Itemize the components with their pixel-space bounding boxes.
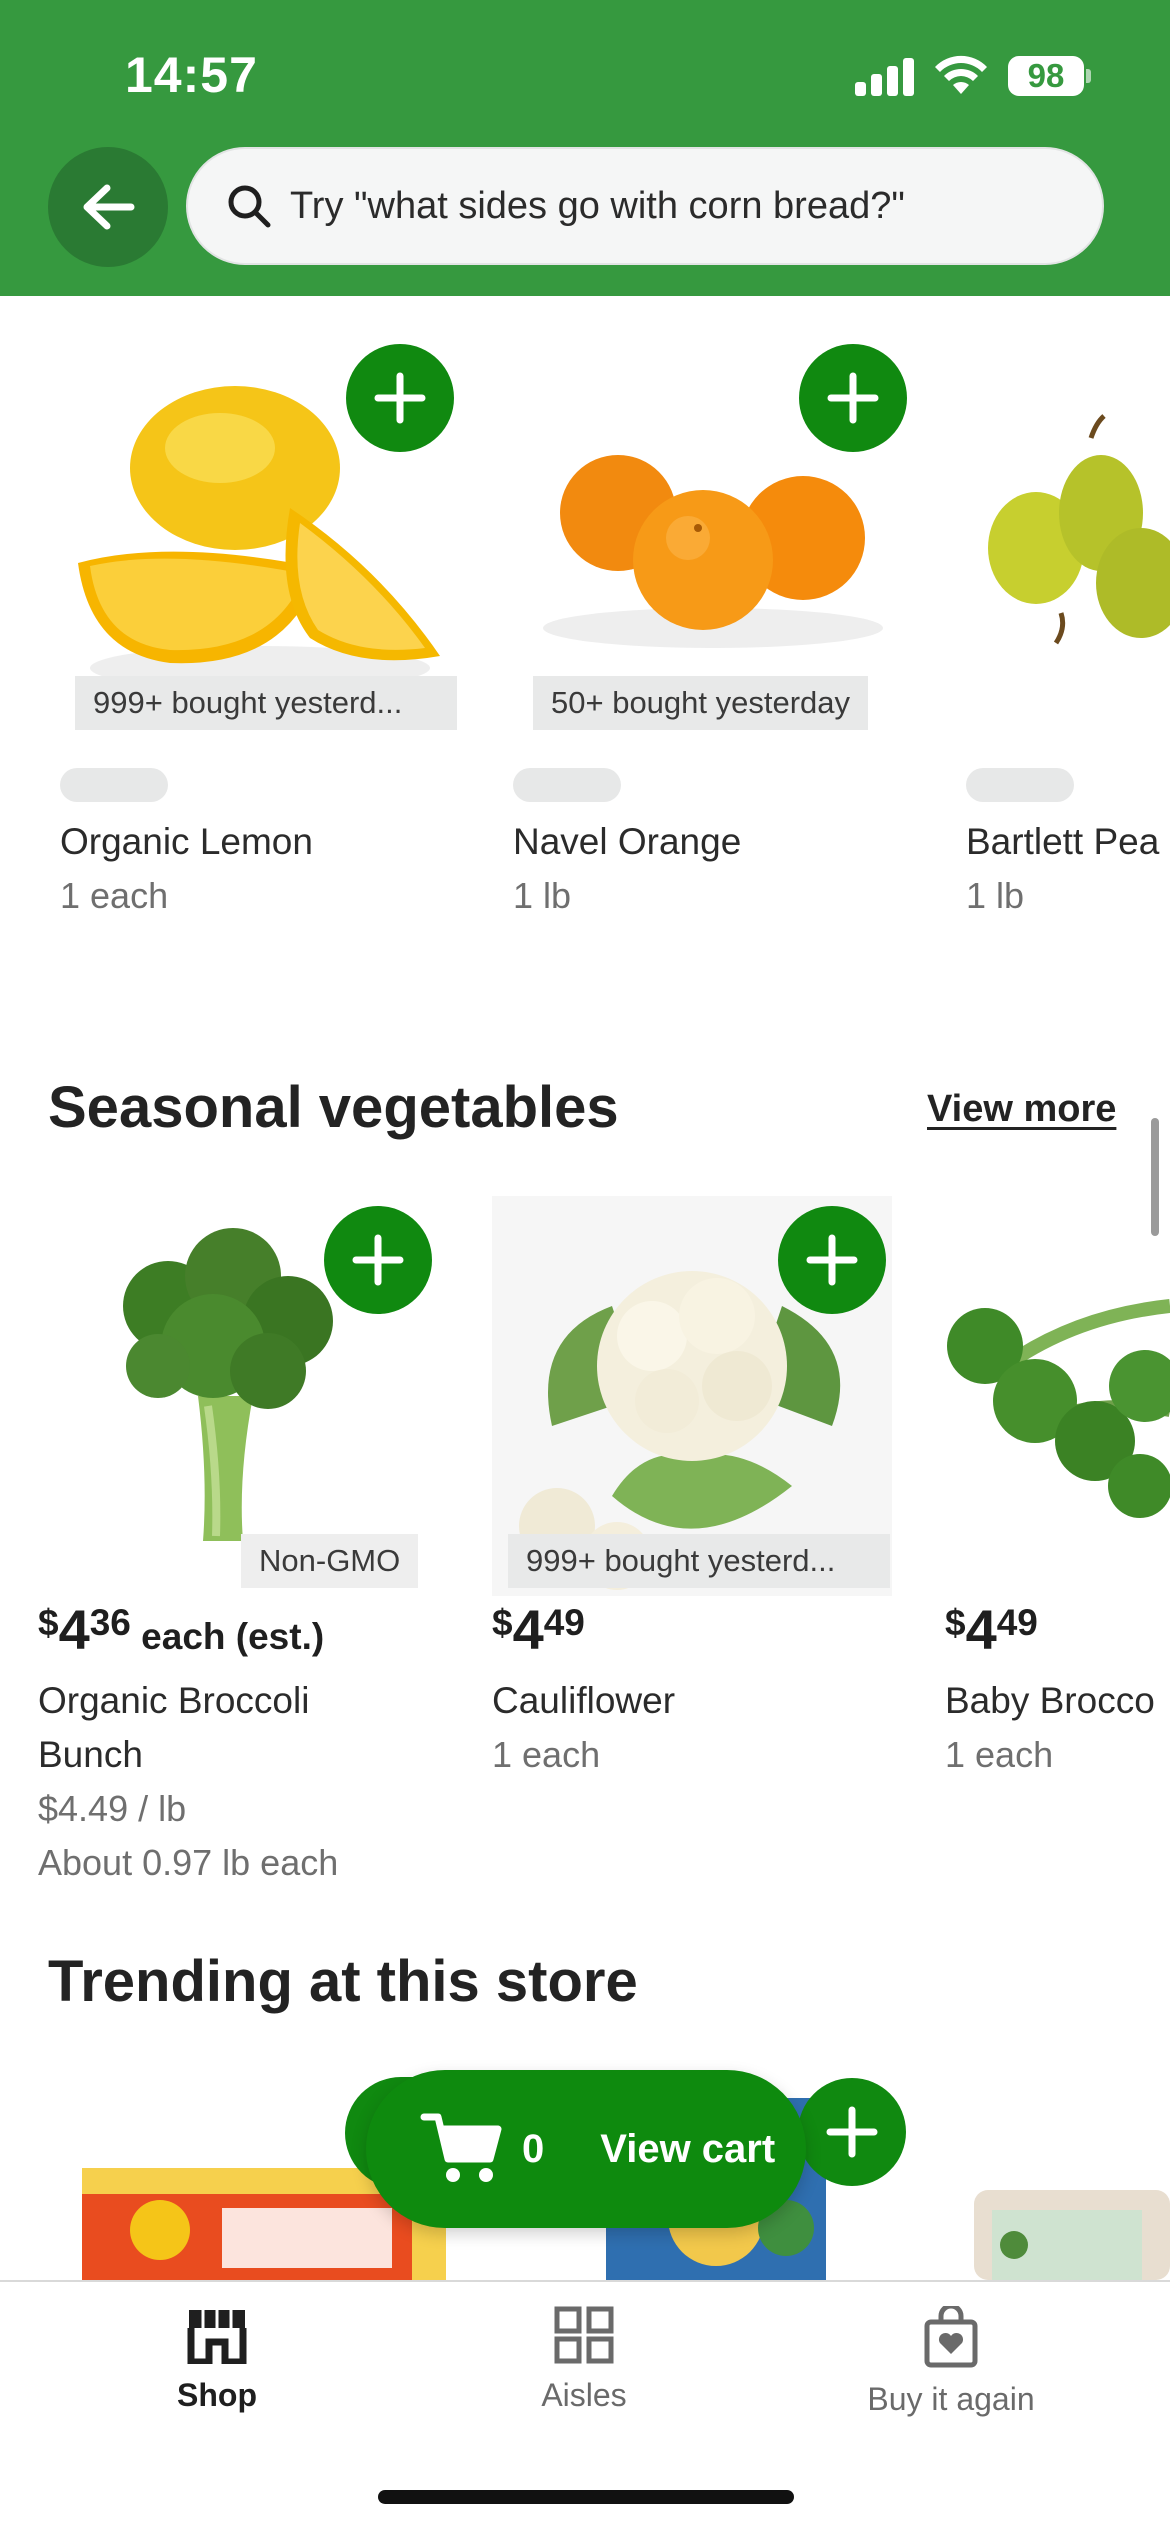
shopping-bag-heart-icon — [924, 2303, 978, 2368]
price-dollars: 4 — [512, 1598, 544, 1661]
grid-icon — [554, 2306, 614, 2364]
price-suffix: each (est.) — [130, 1616, 325, 1657]
product-name: Baby Brocco — [945, 1680, 1155, 1721]
approx-weight: About 0.97 lb each — [38, 1842, 339, 1883]
section-title-seasonal: Seasonal vegetables — [48, 1075, 619, 1140]
arrow-left-icon — [83, 184, 135, 230]
cart-count: 0 — [522, 2126, 545, 2171]
add-to-cart-button[interactable] — [778, 1206, 886, 1314]
tab-label: Buy it again — [867, 2381, 1035, 2417]
product-price: $449 — [492, 1602, 585, 1658]
pear-image — [988, 414, 1170, 645]
add-to-cart-button[interactable] — [799, 344, 907, 452]
tab-aisles[interactable]: Aisles — [444, 2306, 724, 2414]
cellular-signal-icon — [855, 58, 915, 96]
view-cart-button[interactable]: 0 View cart — [366, 2070, 806, 2228]
tab-buy-it-again[interactable]: Buy it again — [811, 2303, 1091, 2418]
price-cents: 49 — [996, 1602, 1038, 1643]
app-header: 14:57 98 Try "what sides go with corn br… — [0, 0, 1170, 296]
baby-broccoli-image — [947, 1299, 1170, 1518]
search-icon — [228, 185, 271, 228]
product-unit: 1 each — [945, 1734, 1054, 1775]
view-cart-label: View cart — [600, 2126, 776, 2171]
battery-level: 98 — [1008, 56, 1084, 96]
search-input[interactable]: Try "what sides go with corn bread?" — [186, 147, 1104, 265]
section-title-trending: Trending at this store — [48, 1949, 638, 2014]
plus-icon — [806, 1234, 858, 1286]
loading-pill — [513, 768, 621, 802]
purchase-badge: 999+ bought yesterd... — [75, 676, 457, 730]
product-unit: 1 each — [492, 1734, 601, 1775]
price-per-lb: $4.49 / lb — [38, 1788, 187, 1829]
home-indicator — [378, 2490, 794, 2504]
tab-shop[interactable]: Shop — [77, 2306, 357, 2414]
plus-icon — [827, 372, 879, 424]
product-name: Navel Orange — [513, 821, 742, 862]
battery-cap — [1086, 69, 1091, 83]
price-cents: 49 — [543, 1602, 585, 1643]
price-currency: $ — [492, 1602, 513, 1643]
add-to-cart-button[interactable] — [346, 344, 454, 452]
status-time: 14:57 — [125, 47, 258, 103]
product-name-line1: Organic Broccoli — [38, 1680, 310, 1721]
product-unit: 1 lb — [966, 875, 1025, 916]
product-name: Organic Lemon — [60, 821, 313, 862]
add-to-cart-button[interactable] — [324, 1206, 432, 1314]
product-price: $436 each (est.) — [38, 1602, 324, 1658]
price-dollars: 4 — [58, 1598, 90, 1661]
add-to-cart-button[interactable] — [798, 2078, 906, 2186]
plus-icon — [826, 2106, 878, 2158]
price-currency: $ — [945, 1602, 966, 1643]
tab-label: Shop — [177, 2377, 257, 2413]
tab-label: Aisles — [541, 2377, 627, 2413]
product-name: Cauliflower — [492, 1680, 676, 1721]
wifi-icon — [935, 55, 987, 94]
price-currency: $ — [38, 1602, 59, 1643]
price-dollars: 4 — [965, 1598, 997, 1661]
view-more-link[interactable]: View more — [927, 1088, 1116, 1131]
product-name: Bartlett Pea — [966, 821, 1160, 862]
purchase-badge: 50+ bought yesterday — [533, 676, 869, 730]
cart-icon — [420, 2113, 502, 2182]
non-gmo-badge: Non-GMO — [241, 1534, 419, 1588]
purchase-badge: 999+ bought yesterd... — [508, 1534, 890, 1588]
egg-carton-image — [974, 2190, 1170, 2280]
product-name-line2: Bunch — [38, 1734, 143, 1775]
product-price: $449 — [945, 1602, 1038, 1658]
search-placeholder: Try "what sides go with corn bread?" — [290, 184, 905, 227]
product-unit: 1 each — [60, 875, 169, 916]
loading-pill — [966, 768, 1074, 802]
plus-icon — [374, 372, 426, 424]
loading-pill — [60, 768, 168, 802]
plus-icon — [352, 1234, 404, 1286]
store-icon — [187, 2310, 247, 2366]
price-cents: 36 — [89, 1602, 131, 1643]
back-button[interactable] — [48, 147, 168, 267]
product-unit: 1 lb — [513, 875, 572, 916]
